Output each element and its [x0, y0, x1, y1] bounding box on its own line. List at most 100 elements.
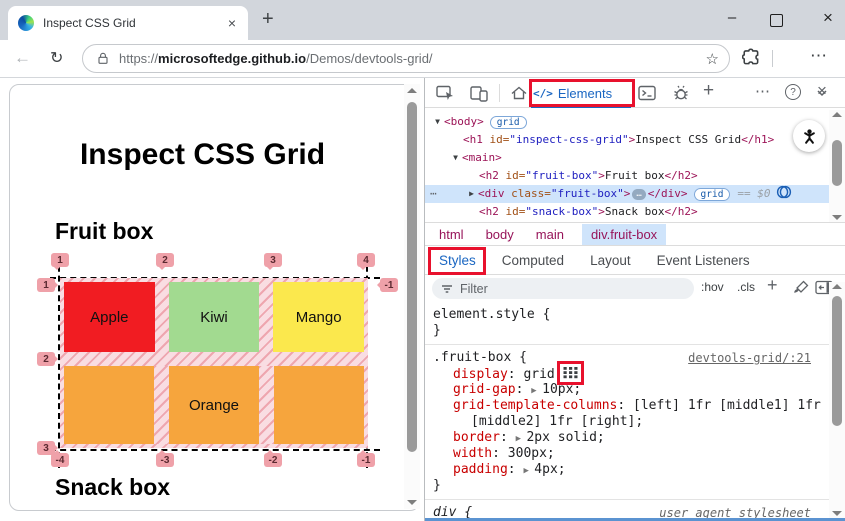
dom-scrollbar[interactable] — [829, 110, 845, 222]
page-scrollbar[interactable] — [404, 84, 420, 509]
scroll-up-arrow[interactable] — [832, 112, 842, 117]
browser-menu-button[interactable]: ⋯ — [810, 46, 828, 66]
inspect-element-icon[interactable] — [435, 83, 455, 103]
breadcrumb-html[interactable]: html — [439, 227, 464, 242]
css-line[interactable]: grid-template-columns: [left] 1fr [middl… — [425, 398, 829, 414]
css-line[interactable]: border: ▶ 2px solid; — [425, 430, 829, 446]
rule-divider — [425, 499, 829, 500]
favorites-star-icon[interactable]: ☆ — [706, 50, 719, 68]
breadcrumb-body[interactable]: body — [486, 227, 514, 242]
window-maximize-button[interactable] — [770, 14, 783, 27]
element-state-icon — [776, 185, 792, 199]
devtools-panel: </> Elements + ⋯ ? × ▼ <body> grid <h1 id="… — [424, 78, 845, 521]
grid-line-number: 4 — [357, 253, 375, 270]
expand-arrow-icon[interactable]: ▼ — [431, 113, 444, 131]
grid-line-number: 1 — [37, 278, 58, 292]
refresh-button[interactable]: ↻ — [50, 48, 63, 68]
devtools-menu-icon[interactable]: ⋯ — [755, 82, 771, 100]
grid-line-bottom — [50, 449, 380, 451]
grid-column-numbers-top: 1 2 3 4 — [0, 253, 424, 270]
cell-label: Apple — [90, 308, 129, 326]
annotation-elements-tab — [529, 79, 635, 107]
grid-cell-mango: Mango — [273, 282, 364, 352]
window-close-button[interactable]: × — [812, 8, 844, 28]
css-line[interactable]: width: 300px; — [425, 446, 829, 462]
grid-gap-strip — [259, 366, 274, 444]
dom-row[interactable]: ▼ <body> grid — [425, 113, 845, 131]
browser-tab[interactable]: Inspect CSS Grid × — [8, 6, 248, 40]
toggle-class-button[interactable]: .cls — [737, 280, 755, 294]
toggle-hover-state-button[interactable]: :hov — [701, 280, 724, 294]
url-text[interactable]: https://microsoftedge.github.io/Demos/de… — [119, 51, 700, 66]
dom-row[interactable]: <h2 id="snack-box">Snack box</h2> — [425, 203, 845, 221]
breadcrumb-div-fruit-box[interactable]: div.fruit-box — [581, 223, 667, 245]
cell-label: Kiwi — [200, 308, 228, 326]
css-line[interactable]: element.style { — [425, 307, 829, 323]
scroll-down-arrow[interactable] — [832, 511, 842, 516]
dom-row[interactable]: <h2 id="fruit-box">Fruit box</h2> — [425, 167, 845, 185]
scroll-up-arrow[interactable] — [832, 284, 842, 289]
collapsed-children-button[interactable]: … — [632, 189, 646, 200]
scrollbar-thumb[interactable] — [832, 140, 842, 186]
help-icon[interactable]: ? — [785, 84, 801, 100]
window-minimize-button[interactable]: – — [716, 9, 748, 26]
extensions-icon[interactable] — [742, 48, 761, 67]
fruit-box-heading: Fruit box — [55, 218, 154, 244]
css-line[interactable]: padding: ▶ 4px; — [425, 462, 829, 478]
scroll-down-arrow[interactable] — [832, 215, 842, 220]
filter-icon — [441, 283, 453, 295]
breadcrumb-main[interactable]: main — [536, 227, 564, 242]
scrollbar-thumb[interactable] — [832, 296, 842, 426]
scrollbar-thumb[interactable] — [407, 102, 417, 452]
breadcrumb: html body main div.fruit-box — [425, 222, 845, 246]
css-line[interactable]: user agent stylesheet div { — [425, 505, 829, 518]
styles-pane[interactable]: element.style {} devtools-grid/:21 .fruit-… — [425, 303, 829, 518]
console-icon[interactable] — [637, 83, 657, 103]
dom-row[interactable]: ▼ <main> — [425, 149, 845, 167]
grid-editor-icon[interactable] — [556, 361, 584, 385]
new-tab-button[interactable]: + — [262, 8, 274, 31]
tab-close-icon[interactable]: × — [226, 15, 238, 31]
rule-divider — [425, 344, 829, 345]
expand-arrow-icon[interactable]: ▼ — [449, 149, 462, 167]
grid-cell-kiwi: Kiwi — [168, 282, 260, 352]
css-line[interactable]: grid-gap: ▶ 10px; — [425, 382, 829, 398]
chevron-down-icon[interactable] — [815, 86, 829, 100]
home-tab-icon[interactable] — [509, 83, 529, 103]
device-emulation-icon[interactable] — [469, 83, 489, 103]
accessibility-icon[interactable] — [793, 120, 825, 152]
dom-row[interactable]: <h1 id="inspect-css-grid">Inspect CSS Gr… — [425, 131, 845, 149]
new-style-rule-button[interactable]: + — [767, 275, 778, 296]
expand-arrow-icon[interactable]: ▶ — [465, 185, 478, 203]
tab-layout[interactable]: Layout — [590, 253, 631, 268]
filter-input[interactable]: Filter — [432, 278, 694, 299]
brush-icon[interactable] — [793, 279, 810, 296]
dom-row-gutter[interactable]: ⋯ — [430, 185, 437, 203]
scroll-down-arrow[interactable] — [407, 500, 417, 505]
grid-badge[interactable]: grid — [489, 116, 527, 129]
styles-filter-row: Filter :hov .cls + — [425, 275, 845, 302]
grid-gap-strip — [154, 366, 169, 444]
grid-cell-apple: Apple — [64, 282, 155, 352]
tab-computed[interactable]: Computed — [502, 253, 564, 268]
grid-row-numbers-right: -1 — [377, 278, 404, 318]
css-line[interactable]: } — [425, 478, 829, 494]
annotation-styles-tab — [428, 247, 486, 275]
scroll-up-arrow[interactable] — [407, 88, 417, 93]
css-line[interactable]: } — [425, 323, 829, 339]
debugger-bug-icon[interactable] — [671, 83, 691, 103]
back-button[interactable]: ← — [14, 48, 31, 68]
fruit-grid: Apple Kiwi Mango Orange — [60, 278, 368, 448]
css-line[interactable]: [middle2] 1fr [right]; — [425, 414, 829, 430]
dom-row[interactable]: ⋯ ▶ <div class="fruit-box">… </div> grid == $… — [425, 185, 845, 203]
grid-badge[interactable]: grid — [693, 188, 731, 201]
more-tools-plus-icon[interactable]: + — [703, 80, 714, 102]
css-line[interactable]: devtools-grid/:21 .fruit-box { — [425, 350, 829, 366]
page-title: Inspect CSS Grid — [79, 138, 326, 171]
stylesheet-source-link[interactable]: devtools-grid/:21 — [688, 350, 811, 366]
dom-tree[interactable]: ▼ <body> grid <h1 id="inspect-css-grid">Ins… — [425, 108, 845, 222]
address-bar[interactable]: https://microsoftedge.github.io/Demos/de… — [82, 44, 730, 73]
tab-event-listeners[interactable]: Event Listeners — [657, 253, 750, 268]
css-line[interactable]: display: grid — [425, 361, 829, 385]
styles-scrollbar[interactable] — [829, 282, 845, 518]
